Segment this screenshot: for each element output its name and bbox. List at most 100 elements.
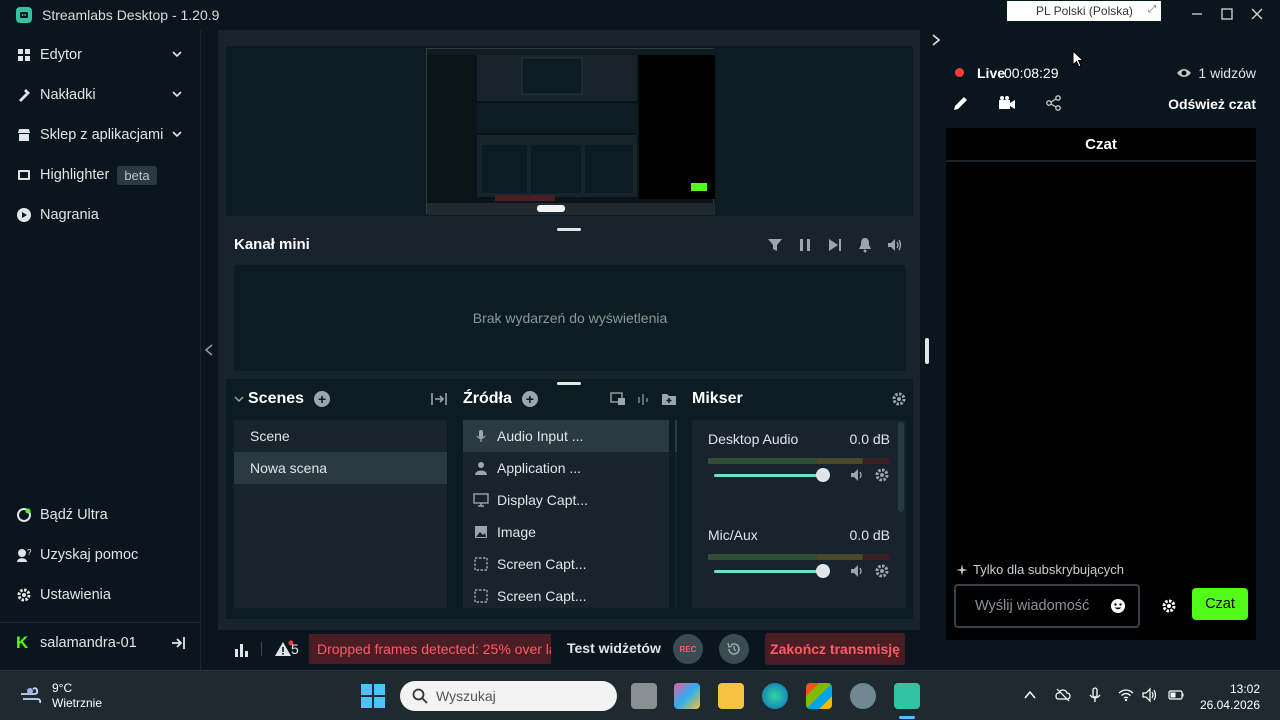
copilot-icon[interactable] bbox=[674, 683, 700, 709]
pencil-icon[interactable] bbox=[952, 94, 970, 112]
close-button[interactable] bbox=[1246, 4, 1268, 24]
user-account[interactable]: K salamandra-01 bbox=[0, 622, 200, 662]
scene-transition-icon[interactable] bbox=[430, 391, 448, 407]
chat-toolbar: Odśwież czat bbox=[946, 94, 1256, 114]
sources-scrollbar[interactable] bbox=[669, 420, 675, 608]
cloud-off-icon[interactable] bbox=[1055, 687, 1071, 703]
nav-item-editor[interactable]: Edytor bbox=[0, 37, 200, 73]
nav-item-settings[interactable]: Ustawienia bbox=[0, 577, 200, 613]
chat-window: Czat Tylko dla subskrybujących Wyślij wi… bbox=[946, 128, 1256, 640]
chevron-right-icon[interactable] bbox=[929, 33, 943, 47]
microphone-icon[interactable] bbox=[1087, 687, 1103, 703]
nav-item-recordings[interactable]: Nagrania bbox=[0, 197, 200, 233]
camera-icon[interactable] bbox=[998, 94, 1016, 112]
chevron-down-icon bbox=[172, 51, 182, 58]
gear-icon[interactable] bbox=[874, 467, 890, 483]
resize-handle[interactable] bbox=[557, 228, 581, 231]
speaker-icon[interactable] bbox=[850, 563, 866, 579]
chat-message-input[interactable]: Wyślij wiadomość bbox=[954, 584, 1140, 628]
logout-icon[interactable] bbox=[170, 635, 186, 651]
weather-widget[interactable]: 9°C Wietrznie bbox=[20, 681, 102, 711]
dropped-frames-notification[interactable]: Dropped frames detected: 25% over la bbox=[309, 634, 551, 664]
nav-item-help[interactable]: ? Uzyskaj pomoc bbox=[0, 537, 200, 573]
mixer-source-name: Mic/Aux bbox=[708, 527, 758, 543]
taskbar-search[interactable]: Wyszukaj bbox=[400, 681, 617, 711]
sources-list: Audio Input ... Application ... Display … bbox=[463, 420, 677, 608]
mixer-settings-gear-icon[interactable] bbox=[891, 391, 907, 407]
share-icon[interactable] bbox=[1045, 94, 1063, 112]
chat-settings-gear-icon[interactable] bbox=[1161, 598, 1177, 614]
microsoft-store-icon[interactable] bbox=[806, 683, 832, 709]
svg-text:?: ? bbox=[27, 548, 32, 557]
live-label: Live bbox=[977, 65, 1006, 81]
windows-start-icon[interactable] bbox=[361, 684, 385, 708]
screen-capture-icon bbox=[473, 588, 489, 604]
speaker-icon[interactable] bbox=[1142, 687, 1158, 703]
add-folder-icon[interactable] bbox=[661, 391, 677, 407]
source-item[interactable]: Audio Input ... bbox=[463, 420, 677, 452]
chevron-left-icon[interactable] bbox=[203, 343, 215, 357]
filter-icon[interactable] bbox=[766, 236, 784, 254]
add-source-button[interactable]: + bbox=[521, 391, 538, 407]
panel-resize-handle[interactable] bbox=[925, 338, 929, 364]
maximize-button[interactable] bbox=[1216, 4, 1238, 24]
source-item[interactable]: Screen Capt... bbox=[463, 580, 677, 608]
task-view-icon[interactable] bbox=[631, 683, 657, 709]
streamlabs-taskbar-icon[interactable] bbox=[894, 683, 920, 709]
live-indicator bbox=[955, 68, 964, 77]
end-stream-button[interactable]: Zakończ transmisję bbox=[765, 633, 905, 665]
refresh-chat-button[interactable]: Odśwież czat bbox=[1168, 96, 1256, 112]
skip-icon[interactable] bbox=[826, 236, 844, 254]
source-item[interactable]: Image bbox=[463, 516, 677, 548]
stream-preview[interactable] bbox=[226, 46, 913, 216]
volume-slider-knob[interactable] bbox=[816, 468, 830, 482]
expand-icon: ⤢ bbox=[1148, 4, 1156, 15]
wifi-icon[interactable] bbox=[1118, 687, 1134, 703]
scene-item[interactable]: Nowa scena bbox=[234, 452, 447, 484]
replay-buffer-button[interactable] bbox=[719, 634, 749, 664]
settings-app-icon[interactable] bbox=[850, 683, 876, 709]
add-scene-button[interactable]: + bbox=[314, 391, 331, 407]
source-item[interactable]: Application ... bbox=[463, 452, 677, 484]
speaker-icon[interactable] bbox=[850, 467, 866, 483]
mixer-item: Desktop Audio 0.0 dB bbox=[692, 420, 906, 516]
record-button[interactable]: REC bbox=[673, 634, 703, 664]
chat-send-button[interactable]: Czat bbox=[1192, 588, 1248, 620]
chat-panel: Live 00:08:29 1 widzów Odśwież czat Czat… bbox=[946, 30, 1256, 670]
left-navigation: Edytor Nakładki Sklep z aplikacjami High… bbox=[0, 30, 201, 670]
volume-slider-knob[interactable] bbox=[816, 564, 830, 578]
volume-slider[interactable] bbox=[714, 474, 824, 477]
status-footer: 5 Dropped frames detected: 25% over la T… bbox=[218, 630, 920, 670]
gear-icon[interactable] bbox=[874, 563, 890, 579]
source-item[interactable]: Display Capt... bbox=[463, 484, 677, 516]
bell-icon[interactable] bbox=[856, 236, 874, 254]
minimize-button[interactable] bbox=[1186, 4, 1208, 24]
battery-icon[interactable] bbox=[1168, 687, 1184, 703]
stats-icon[interactable] bbox=[233, 640, 251, 658]
volume-icon[interactable] bbox=[886, 236, 904, 254]
chevron-down-icon[interactable] bbox=[234, 394, 244, 404]
clock-time: 13:02 bbox=[1229, 682, 1260, 696]
window-title: Streamlabs Desktop - 1.20.9 bbox=[42, 7, 220, 23]
test-widgets-button[interactable]: Test widżetów bbox=[567, 640, 661, 656]
emoji-icon[interactable] bbox=[1110, 598, 1126, 614]
edge-browser-icon[interactable] bbox=[762, 683, 788, 709]
source-item[interactable]: Screen Capt... bbox=[463, 548, 677, 580]
mixer-scrollbar[interactable] bbox=[898, 422, 904, 512]
nav-item-ultra[interactable]: Bądź Ultra bbox=[0, 497, 200, 533]
subscribers-only-notice: Tylko dla subskrybujących bbox=[956, 562, 1124, 577]
volume-slider[interactable] bbox=[714, 570, 824, 573]
system-clock[interactable]: 13:02 26.04.2026 bbox=[1200, 681, 1260, 713]
nav-item-overlays[interactable]: Nakładki bbox=[0, 77, 200, 113]
warning-count: 5 bbox=[291, 641, 299, 657]
pause-icon[interactable] bbox=[796, 236, 814, 254]
audio-sources-icon[interactable] bbox=[636, 391, 652, 407]
scene-item[interactable]: Scene bbox=[234, 420, 447, 452]
file-explorer-icon[interactable] bbox=[718, 683, 744, 709]
language-indicator[interactable]: PL Polski (Polska) ⤢ bbox=[1007, 1, 1161, 21]
resize-handle[interactable] bbox=[557, 382, 581, 385]
nav-item-highlighter[interactable]: Highlighter beta bbox=[0, 157, 200, 193]
chevron-up-icon[interactable] bbox=[1022, 687, 1038, 703]
nav-item-app-store[interactable]: Sklep z aplikacjami bbox=[0, 117, 200, 153]
selective-recording-icon[interactable] bbox=[610, 391, 626, 407]
